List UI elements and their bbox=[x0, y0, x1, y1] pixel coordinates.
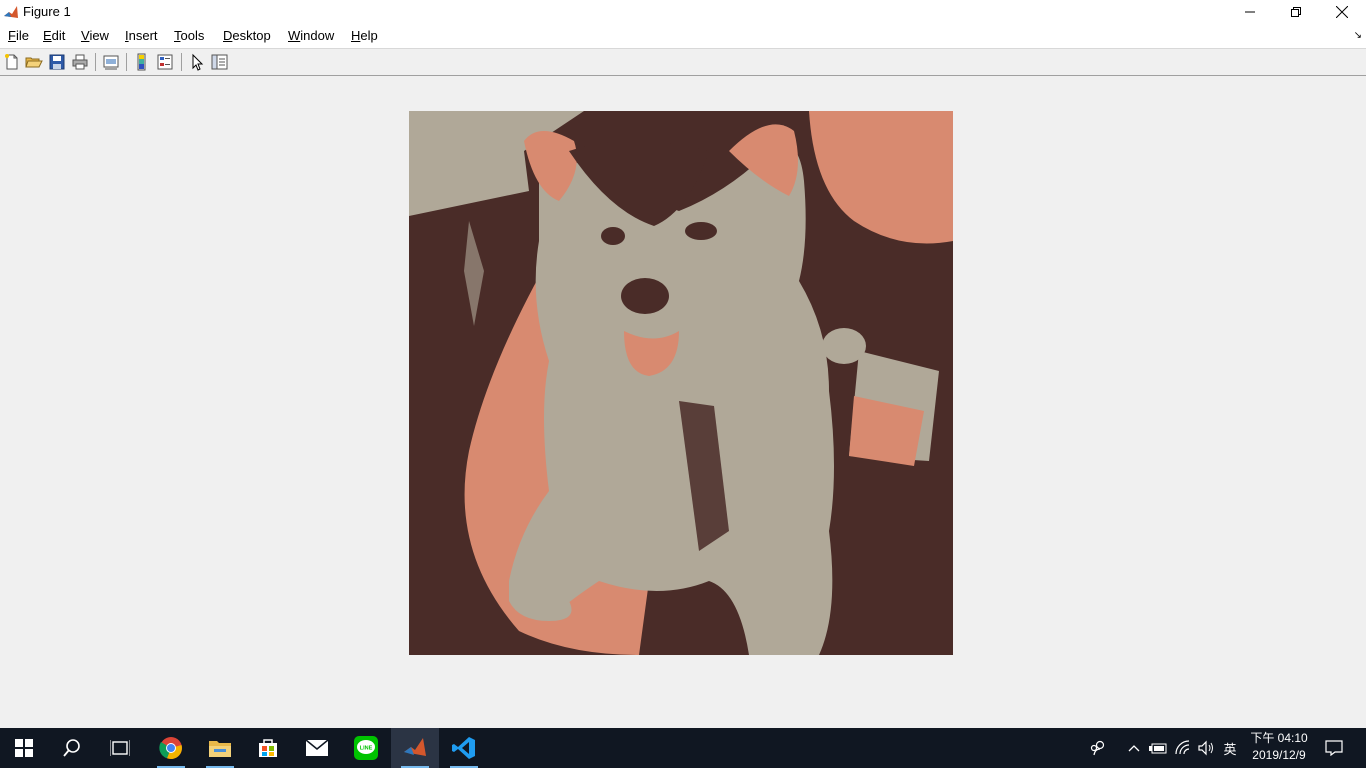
menu-accel: W bbox=[288, 28, 301, 43]
title-bar: Figure 1 bbox=[0, 0, 1366, 24]
menu-help[interactable]: Help bbox=[351, 28, 378, 43]
menu-label: indow bbox=[300, 28, 335, 43]
menu-insert[interactable]: Insert bbox=[125, 28, 158, 43]
dog-image bbox=[409, 111, 953, 655]
restore-icon bbox=[1291, 7, 1301, 17]
mail-icon bbox=[305, 739, 329, 756]
chrome-icon bbox=[159, 737, 182, 760]
people-icon bbox=[1090, 740, 1105, 756]
people-button[interactable] bbox=[1086, 728, 1110, 768]
task-view-icon bbox=[110, 740, 130, 756]
print-figure-icon[interactable] bbox=[71, 53, 89, 71]
file-explorer-taskbar-button[interactable] bbox=[196, 728, 244, 768]
line-icon: LINE bbox=[354, 736, 378, 760]
menu-accel: E bbox=[43, 28, 52, 43]
start-button[interactable] bbox=[0, 728, 48, 768]
show-hidden-icons-button[interactable] bbox=[1124, 728, 1144, 768]
taskbar: LINE 英 下午 04:10 2019/12/9 bbox=[0, 728, 1366, 768]
dock-figure-icon[interactable]: ↘ bbox=[1354, 30, 1362, 41]
search-button[interactable] bbox=[48, 728, 96, 768]
restore-button[interactable] bbox=[1273, 0, 1319, 24]
menu-view[interactable]: View bbox=[81, 28, 109, 43]
search-icon bbox=[63, 739, 80, 757]
menu-accel: H bbox=[351, 28, 361, 43]
battery-button[interactable] bbox=[1147, 728, 1169, 768]
menu-label: dit bbox=[51, 28, 66, 43]
minimize-icon bbox=[1245, 11, 1255, 13]
insert-legend-icon[interactable] bbox=[156, 53, 174, 71]
link-plot-icon[interactable] bbox=[102, 53, 120, 71]
insert-colorbar-icon[interactable] bbox=[133, 53, 151, 71]
menu-label: ools bbox=[180, 28, 205, 43]
minimize-button[interactable] bbox=[1227, 0, 1273, 24]
menu-window[interactable]: Window bbox=[288, 28, 334, 43]
clock-time: 下午 04:10 bbox=[1250, 731, 1308, 745]
svg-text:LINE: LINE bbox=[360, 746, 373, 752]
menu-label: esktop bbox=[232, 28, 271, 43]
network-button[interactable] bbox=[1172, 728, 1194, 768]
menu-edit[interactable]: Edit bbox=[43, 28, 65, 43]
menu-accel: F bbox=[8, 28, 16, 43]
vscode-icon bbox=[452, 737, 475, 759]
store-taskbar-button[interactable] bbox=[244, 728, 292, 768]
taskbar-clock[interactable]: 下午 04:10 2019/12/9 bbox=[1240, 730, 1318, 764]
open-file-icon[interactable] bbox=[25, 53, 43, 71]
menu-bar: File Edit View Insert Tools Desktop Wind… bbox=[0, 24, 1366, 49]
property-inspector-icon[interactable] bbox=[210, 53, 228, 71]
matlab-app-icon bbox=[3, 4, 19, 20]
battery-icon bbox=[1149, 743, 1167, 754]
file-explorer-icon bbox=[209, 741, 231, 757]
chevron-up-icon bbox=[1128, 745, 1140, 752]
edit-plot-icon[interactable] bbox=[188, 53, 206, 71]
volume-button[interactable] bbox=[1195, 728, 1217, 768]
window-title: Figure 1 bbox=[23, 4, 71, 19]
task-view-button[interactable] bbox=[96, 728, 144, 768]
close-icon bbox=[1336, 6, 1348, 18]
toolbar-separator bbox=[126, 53, 127, 71]
vscode-taskbar-button[interactable] bbox=[440, 728, 488, 768]
menu-label: elp bbox=[360, 28, 378, 43]
line-taskbar-button[interactable]: LINE bbox=[342, 728, 390, 768]
menu-desktop[interactable]: Desktop bbox=[223, 28, 271, 43]
start-icon bbox=[15, 739, 33, 757]
speaker-icon bbox=[1198, 740, 1213, 756]
chrome-taskbar-button[interactable] bbox=[147, 728, 195, 768]
mail-taskbar-button[interactable] bbox=[293, 728, 341, 768]
wifi-icon bbox=[1175, 740, 1190, 755]
notification-icon bbox=[1325, 740, 1343, 756]
menu-label: iew bbox=[89, 28, 109, 43]
toolbar-separator bbox=[181, 53, 182, 71]
menu-tools[interactable]: Tools bbox=[174, 28, 204, 43]
matlab-taskbar-button[interactable] bbox=[391, 728, 439, 768]
figure-toolbar bbox=[0, 49, 1366, 76]
store-icon bbox=[259, 739, 277, 757]
new-figure-icon[interactable] bbox=[3, 53, 21, 71]
clock-date: 2019/12/9 bbox=[1252, 748, 1306, 762]
toolbar-separator bbox=[95, 53, 96, 71]
save-figure-icon[interactable] bbox=[48, 53, 66, 71]
menu-label: ile bbox=[15, 28, 29, 43]
action-center-button[interactable] bbox=[1320, 728, 1348, 768]
menu-file[interactable]: File bbox=[8, 28, 29, 43]
matlab-icon bbox=[404, 738, 426, 756]
displayed-image[interactable] bbox=[409, 111, 953, 655]
ime-indicator[interactable]: 英 bbox=[1219, 728, 1241, 768]
menu-accel: D bbox=[223, 28, 233, 43]
close-button[interactable] bbox=[1319, 0, 1365, 24]
menu-label: nsert bbox=[128, 28, 158, 43]
